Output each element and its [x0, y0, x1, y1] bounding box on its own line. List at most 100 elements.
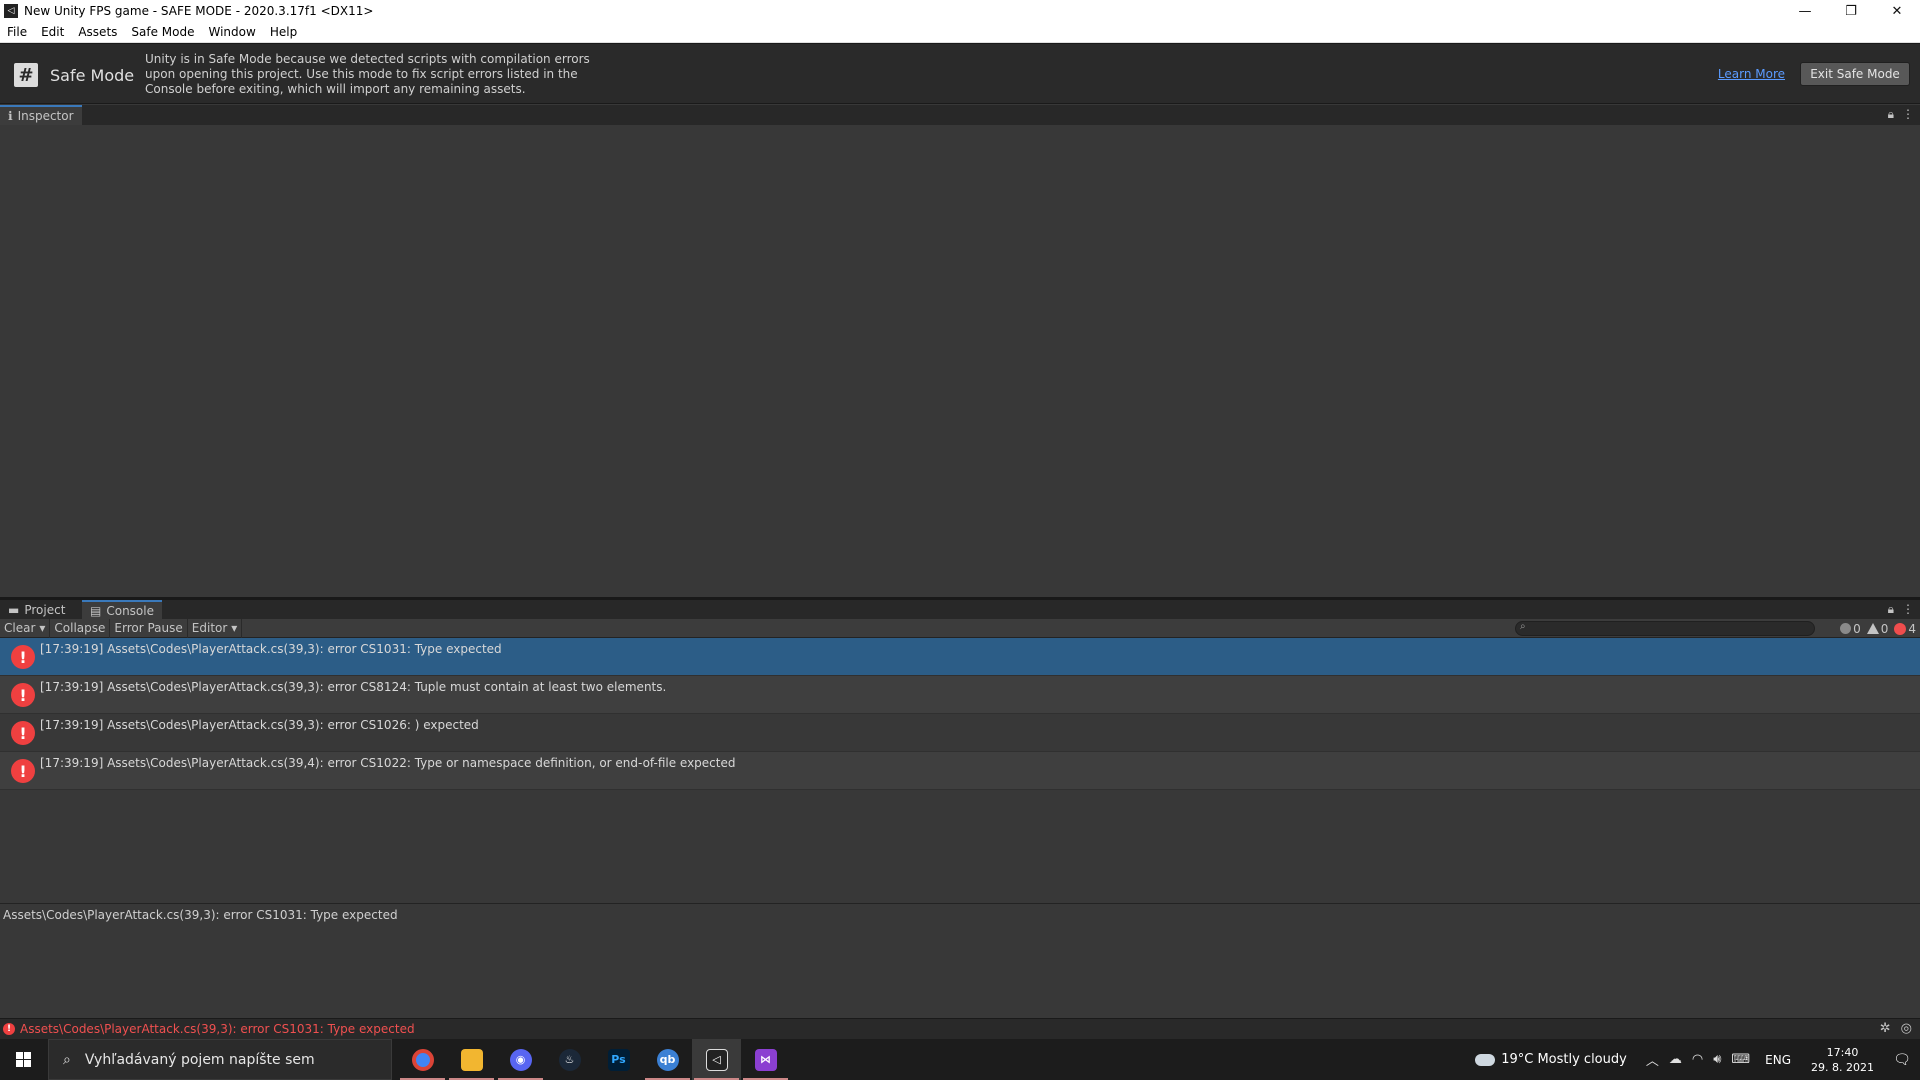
log-entry[interactable]: ! [17:39:19] Assets\Codes\PlayerAttack.c…	[0, 638, 1920, 676]
more-options-icon[interactable]: ⋮	[1902, 602, 1914, 617]
console-tab-icons: 🔒︎ ⋮	[1888, 602, 1914, 617]
info-icon: ℹ	[8, 109, 13, 123]
taskbar-app-chrome[interactable]	[398, 1039, 447, 1080]
console-toolbar: Clear ▾ Collapse Error Pause Editor ▾ ⌕ …	[0, 618, 1920, 638]
windows-logo-icon	[15, 1052, 31, 1067]
warning-icon	[1866, 623, 1879, 634]
menu-window[interactable]: Window	[202, 22, 263, 43]
chrome-icon	[411, 1048, 434, 1071]
clear-label: Clear	[4, 620, 36, 635]
status-bar-icons: ✲ ◎	[1880, 1021, 1912, 1036]
wifi-icon[interactable]: ◠	[1692, 1052, 1703, 1067]
lock-icon[interactable]: 🔒︎	[1888, 107, 1894, 122]
console-log-list: ! [17:39:19] Assets\Codes\PlayerAttack.c…	[0, 638, 1920, 903]
debug-icon[interactable]: ✲	[1880, 1021, 1891, 1036]
warning-count: 0	[1880, 621, 1889, 636]
tab-project[interactable]: ▬ Project	[0, 600, 73, 620]
clock-date: 29. 8. 2021	[1811, 1060, 1874, 1074]
log-entry[interactable]: ! [17:39:19] Assets\Codes\PlayerAttack.c…	[0, 676, 1920, 714]
error-icon: !	[11, 683, 35, 707]
windows-taskbar: ⌕ Vyhľadávaný pojem napíšte sem ◉ ♨ Ps q…	[0, 1039, 1920, 1080]
inspector-tab-icons: 🔒︎ ⋮	[1888, 107, 1914, 122]
safe-mode-icon: #	[14, 63, 38, 87]
menu-edit[interactable]: Edit	[34, 22, 71, 43]
volume-icon[interactable]: 🔊︎	[1713, 1052, 1721, 1067]
taskbar-app-file-explorer[interactable]	[447, 1039, 496, 1080]
taskbar-app-steam[interactable]: ♨	[545, 1039, 594, 1080]
error-icon	[1894, 622, 1907, 635]
error-count: 4	[1908, 621, 1916, 636]
lock-icon[interactable]: 🔒︎	[1888, 602, 1894, 617]
tab-inspector[interactable]: ℹ Inspector	[0, 105, 82, 125]
exit-safe-mode-button[interactable]: Exit Safe Mode	[1800, 62, 1910, 86]
notifications-icon[interactable]: 🗨︎	[1884, 1052, 1920, 1068]
minimize-button[interactable]: —	[1782, 0, 1828, 22]
onedrive-icon[interactable]: ☁	[1669, 1052, 1682, 1067]
error-pause-button[interactable]: Error Pause	[110, 618, 188, 638]
error-icon: !	[11, 645, 35, 669]
warning-count-toggle[interactable]: 0	[1866, 621, 1889, 636]
language-indicator[interactable]: ENG	[1765, 1053, 1791, 1067]
collapse-button[interactable]: Collapse	[50, 618, 111, 638]
error-icon: !	[3, 1023, 15, 1035]
menu-bar: File Edit Assets Safe Mode Window Help	[0, 22, 1920, 43]
learn-more-link[interactable]: Learn More	[1718, 67, 1785, 81]
tab-project-label: Project	[24, 603, 66, 617]
menu-safe-mode[interactable]: Safe Mode	[124, 22, 201, 43]
more-options-icon[interactable]: ⋮	[1902, 107, 1914, 122]
clock[interactable]: 17:40 29. 8. 2021	[1811, 1045, 1874, 1075]
safe-mode-message: Unity is in Safe Mode because we detecte…	[145, 52, 590, 96]
weather-widget[interactable]: 19°C Mostly cloudy	[1475, 1052, 1627, 1067]
window-controls: — ❐ ✕	[1782, 0, 1920, 22]
close-button[interactable]: ✕	[1874, 0, 1920, 22]
status-message[interactable]: Assets\Codes\PlayerAttack.cs(39,3): erro…	[20, 1022, 415, 1036]
search-icon: ⌕	[63, 1051, 71, 1068]
log-detail-text[interactable]: Assets\Codes\PlayerAttack.cs(39,3): erro…	[3, 908, 398, 922]
window-title: New Unity FPS game - SAFE MODE - 2020.3.…	[24, 4, 374, 18]
system-tray: 19°C Mostly cloudy ︿ ☁ ◠ 🔊︎ ⌨ ENG 17:40 …	[1475, 1039, 1920, 1080]
log-entry-text: [17:39:19] Assets\Codes\PlayerAttack.cs(…	[40, 642, 502, 656]
restore-button[interactable]: ❐	[1828, 0, 1874, 22]
menu-help[interactable]: Help	[263, 22, 304, 43]
inspector-tab-bar: ℹ Inspector 🔒︎ ⋮	[0, 105, 1920, 125]
taskbar-search-box[interactable]: ⌕ Vyhľadávaný pojem napíšte sem	[48, 1039, 392, 1080]
inspector-panel	[0, 125, 1920, 597]
status-bar: ! Assets\Codes\PlayerAttack.cs(39,3): er…	[0, 1018, 1920, 1039]
qbittorrent-icon: qb	[656, 1048, 679, 1071]
clear-button[interactable]: Clear ▾	[0, 618, 51, 638]
chevron-up-icon[interactable]: ︿	[1646, 1050, 1659, 1069]
error-count-toggle[interactable]: 4	[1894, 622, 1916, 636]
console-search-input[interactable]: ⌕	[1515, 621, 1815, 636]
log-entry[interactable]: ! [17:39:19] Assets\Codes\PlayerAttack.c…	[0, 714, 1920, 752]
taskbar-app-photoshop[interactable]: Ps	[594, 1039, 643, 1080]
console-icon: ▤	[90, 604, 102, 618]
progress-icon[interactable]: ◎	[1901, 1021, 1912, 1036]
cloud-icon	[1475, 1053, 1496, 1066]
console-tab-bar: ▬ Project ▤ Console 🔒︎ ⋮	[0, 600, 1920, 620]
info-count-toggle[interactable]: 0	[1840, 622, 1861, 636]
chevron-down-icon: ▾	[231, 620, 238, 635]
window-title-bar: ◁ New Unity FPS game - SAFE MODE - 2020.…	[0, 0, 1920, 22]
editor-label: Editor	[191, 620, 228, 635]
chevron-down-icon[interactable]: ▾	[39, 619, 45, 638]
clock-time: 17:40	[1826, 1045, 1859, 1059]
taskbar-app-unity[interactable]: ◁	[692, 1039, 741, 1080]
keyboard-icon[interactable]: ⌨	[1731, 1052, 1750, 1067]
taskbar-app-visual-studio[interactable]: ⋈	[741, 1039, 790, 1080]
taskbar-app-qbittorrent[interactable]: qb	[643, 1039, 692, 1080]
safe-mode-title: Safe Mode	[50, 66, 135, 85]
log-entry[interactable]: ! [17:39:19] Assets\Codes\PlayerAttack.c…	[0, 752, 1920, 790]
start-button[interactable]	[0, 1039, 46, 1080]
taskbar-app-discord[interactable]: ◉	[496, 1039, 545, 1080]
log-counts: 0 0 4	[1840, 619, 1916, 638]
tab-console-label: Console	[106, 604, 154, 618]
photoshop-icon: Ps	[607, 1048, 630, 1071]
editor-dropdown[interactable]: Editor ▾	[188, 618, 243, 638]
menu-assets[interactable]: Assets	[71, 22, 124, 43]
steam-icon: ♨	[558, 1048, 581, 1071]
log-detail-pane: Assets\Codes\PlayerAttack.cs(39,3): erro…	[0, 903, 1920, 1018]
search-icon: ⌕	[1520, 621, 1526, 632]
tab-console[interactable]: ▤ Console	[82, 600, 162, 620]
menu-file[interactable]: File	[0, 22, 34, 43]
weather-text: 19°C Mostly cloudy	[1501, 1052, 1627, 1067]
